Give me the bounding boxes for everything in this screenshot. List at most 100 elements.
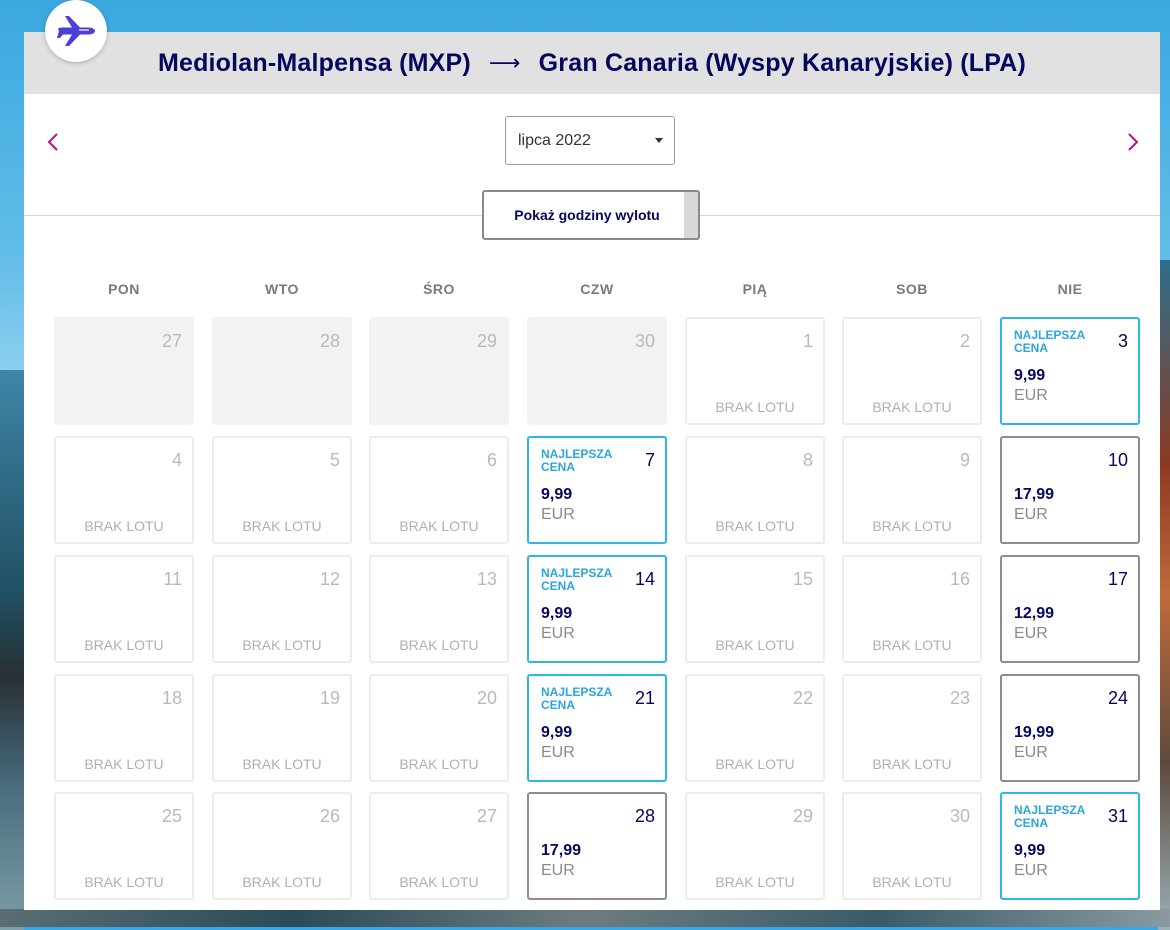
day-number: 11 — [163, 569, 182, 589]
day-number: 10 — [1107, 450, 1128, 470]
month-select[interactable]: lipca 2022 — [505, 116, 675, 165]
price-currency: EUR — [541, 744, 575, 761]
day-number: 26 — [319, 806, 340, 826]
weekday-label: NIE — [1057, 281, 1083, 297]
calendar-panel: Mediolan-Malpensa (MXP) ⟶ Gran Canaria (… — [24, 32, 1160, 910]
next-month-button[interactable] — [1120, 130, 1144, 154]
day-number: 9 — [959, 450, 970, 470]
price-currency: EUR — [541, 625, 575, 642]
day-cell-1-0: 4 BRAK LOTU — [54, 436, 194, 544]
no-flight-label: BRAK LOTU — [872, 518, 952, 534]
day-number: 18 — [161, 688, 182, 708]
price-currency: EUR — [1014, 625, 1048, 642]
day-number: 17 — [1107, 569, 1128, 589]
show-departure-times-button[interactable]: Pokaż godziny wylotu — [482, 190, 700, 240]
no-flight-label: BRAK LOTU — [242, 756, 322, 772]
day-cell-0-6[interactable]: 3 NAJLEPSZA CENA 9,99 EUR — [1000, 317, 1140, 425]
best-price-badge: NAJLEPSZA CENA — [541, 447, 612, 474]
day-cell-2-2: 13 BRAK LOTU — [369, 555, 509, 663]
day-cell-2-3[interactable]: 14 NAJLEPSZA CENA 9,99 EUR — [527, 555, 667, 663]
day-number: 29 — [476, 331, 497, 351]
day-cell-3-4: 22 BRAK LOTU — [685, 674, 825, 782]
day-cell-3-2: 20 BRAK LOTU — [369, 674, 509, 782]
day-number: 29 — [792, 806, 813, 826]
day-cell-1-2: 6 BRAK LOTU — [369, 436, 509, 544]
best-price-badge: NAJLEPSZA CENA — [541, 566, 612, 593]
day-cell-1-6[interactable]: 10 17,99 EUR — [1000, 436, 1140, 544]
no-flight-label: BRAK LOTU — [715, 518, 795, 534]
best-price-badge: NAJLEPSZA CENA — [1014, 803, 1085, 830]
day-cell-2-1: 12 BRAK LOTU — [212, 555, 352, 663]
plane-badge — [45, 0, 107, 62]
day-cell-0-3: 30 — [527, 317, 667, 425]
day-number: 16 — [949, 569, 970, 589]
weekday-label: CZW — [580, 281, 614, 297]
no-flight-label: BRAK LOTU — [872, 399, 952, 415]
day-number: 31 — [1107, 806, 1128, 826]
price-currency: EUR — [1014, 387, 1048, 404]
chevron-right-icon — [1128, 133, 1139, 151]
day-number: 12 — [319, 569, 340, 589]
day-number: 27 — [161, 331, 182, 351]
day-number: 7 — [644, 450, 655, 470]
day-number: 15 — [792, 569, 813, 589]
route-arrow: ⟶ — [488, 50, 521, 75]
day-cell-2-5: 16 BRAK LOTU — [842, 555, 982, 663]
background-bottom — [0, 909, 1170, 927]
day-cell-1-1: 5 BRAK LOTU — [212, 436, 352, 544]
day-cell-0-0: 27 — [54, 317, 194, 425]
day-number: 1 — [802, 331, 813, 351]
button-side-grip — [684, 192, 698, 238]
day-cell-3-6[interactable]: 24 19,99 EUR — [1000, 674, 1140, 782]
day-cell-3-3[interactable]: 21 NAJLEPSZA CENA 9,99 EUR — [527, 674, 667, 782]
previous-month-button[interactable] — [42, 130, 66, 154]
day-cell-4-6[interactable]: 31 NAJLEPSZA CENA 9,99 EUR — [1000, 792, 1140, 900]
day-number: 4 — [171, 450, 182, 470]
day-cell-2-4: 15 BRAK LOTU — [685, 555, 825, 663]
day-number: 30 — [634, 331, 655, 351]
caret-down-icon — [655, 138, 663, 143]
price-value: 9,99 — [1014, 842, 1046, 859]
no-flight-label: BRAK LOTU — [399, 874, 479, 890]
no-flight-label: BRAK LOTU — [872, 874, 952, 890]
day-cell-1-3[interactable]: 7 NAJLEPSZA CENA 9,99 EUR — [527, 436, 667, 544]
no-flight-label: BRAK LOTU — [399, 518, 479, 534]
no-flight-label: BRAK LOTU — [242, 518, 322, 534]
day-number: 6 — [486, 450, 497, 470]
price-value: 9,99 — [541, 724, 573, 741]
no-flight-label: BRAK LOTU — [715, 399, 795, 415]
day-number: 24 — [1107, 688, 1128, 708]
day-cell-4-3[interactable]: 28 17,99 EUR — [527, 792, 667, 900]
day-cell-0-4: 1 BRAK LOTU — [685, 317, 825, 425]
day-number: 21 — [634, 688, 655, 708]
weekday-label: WTO — [265, 281, 299, 297]
chevron-left-icon — [47, 133, 58, 151]
no-flight-label: BRAK LOTU — [399, 756, 479, 772]
price-currency: EUR — [1014, 862, 1048, 879]
no-flight-label: BRAK LOTU — [715, 756, 795, 772]
day-cell-4-1: 26 BRAK LOTU — [212, 792, 352, 900]
day-cell-3-5: 23 BRAK LOTU — [842, 674, 982, 782]
day-cell-4-0: 25 BRAK LOTU — [54, 792, 194, 900]
day-cell-1-5: 9 BRAK LOTU — [842, 436, 982, 544]
no-flight-label: BRAK LOTU — [399, 637, 479, 653]
day-cell-3-0: 18 BRAK LOTU — [54, 674, 194, 782]
month-select-value: lipca 2022 — [518, 131, 591, 149]
day-cell-4-2: 27 BRAK LOTU — [369, 792, 509, 900]
day-number: 8 — [802, 450, 813, 470]
route-destination: Gran Canaria (Wyspy Kanaryjskie) (LPA) — [538, 48, 1027, 77]
no-flight-label: BRAK LOTU — [242, 874, 322, 890]
route-origin: Mediolan-Malpensa (MXP) — [157, 48, 471, 77]
day-cell-2-6[interactable]: 17 12,99 EUR — [1000, 555, 1140, 663]
day-cell-1-4: 8 BRAK LOTU — [685, 436, 825, 544]
no-flight-label: BRAK LOTU — [84, 518, 164, 534]
best-price-badge: NAJLEPSZA CENA — [1014, 328, 1085, 355]
day-number: 14 — [634, 569, 655, 589]
weekday-label: PON — [108, 281, 140, 297]
day-number: 28 — [319, 331, 340, 351]
price-currency: EUR — [541, 862, 575, 879]
day-cell-0-5: 2 BRAK LOTU — [842, 317, 982, 425]
best-price-badge: NAJLEPSZA CENA — [541, 685, 612, 712]
day-number: 13 — [476, 569, 497, 589]
day-number: 30 — [949, 806, 970, 826]
